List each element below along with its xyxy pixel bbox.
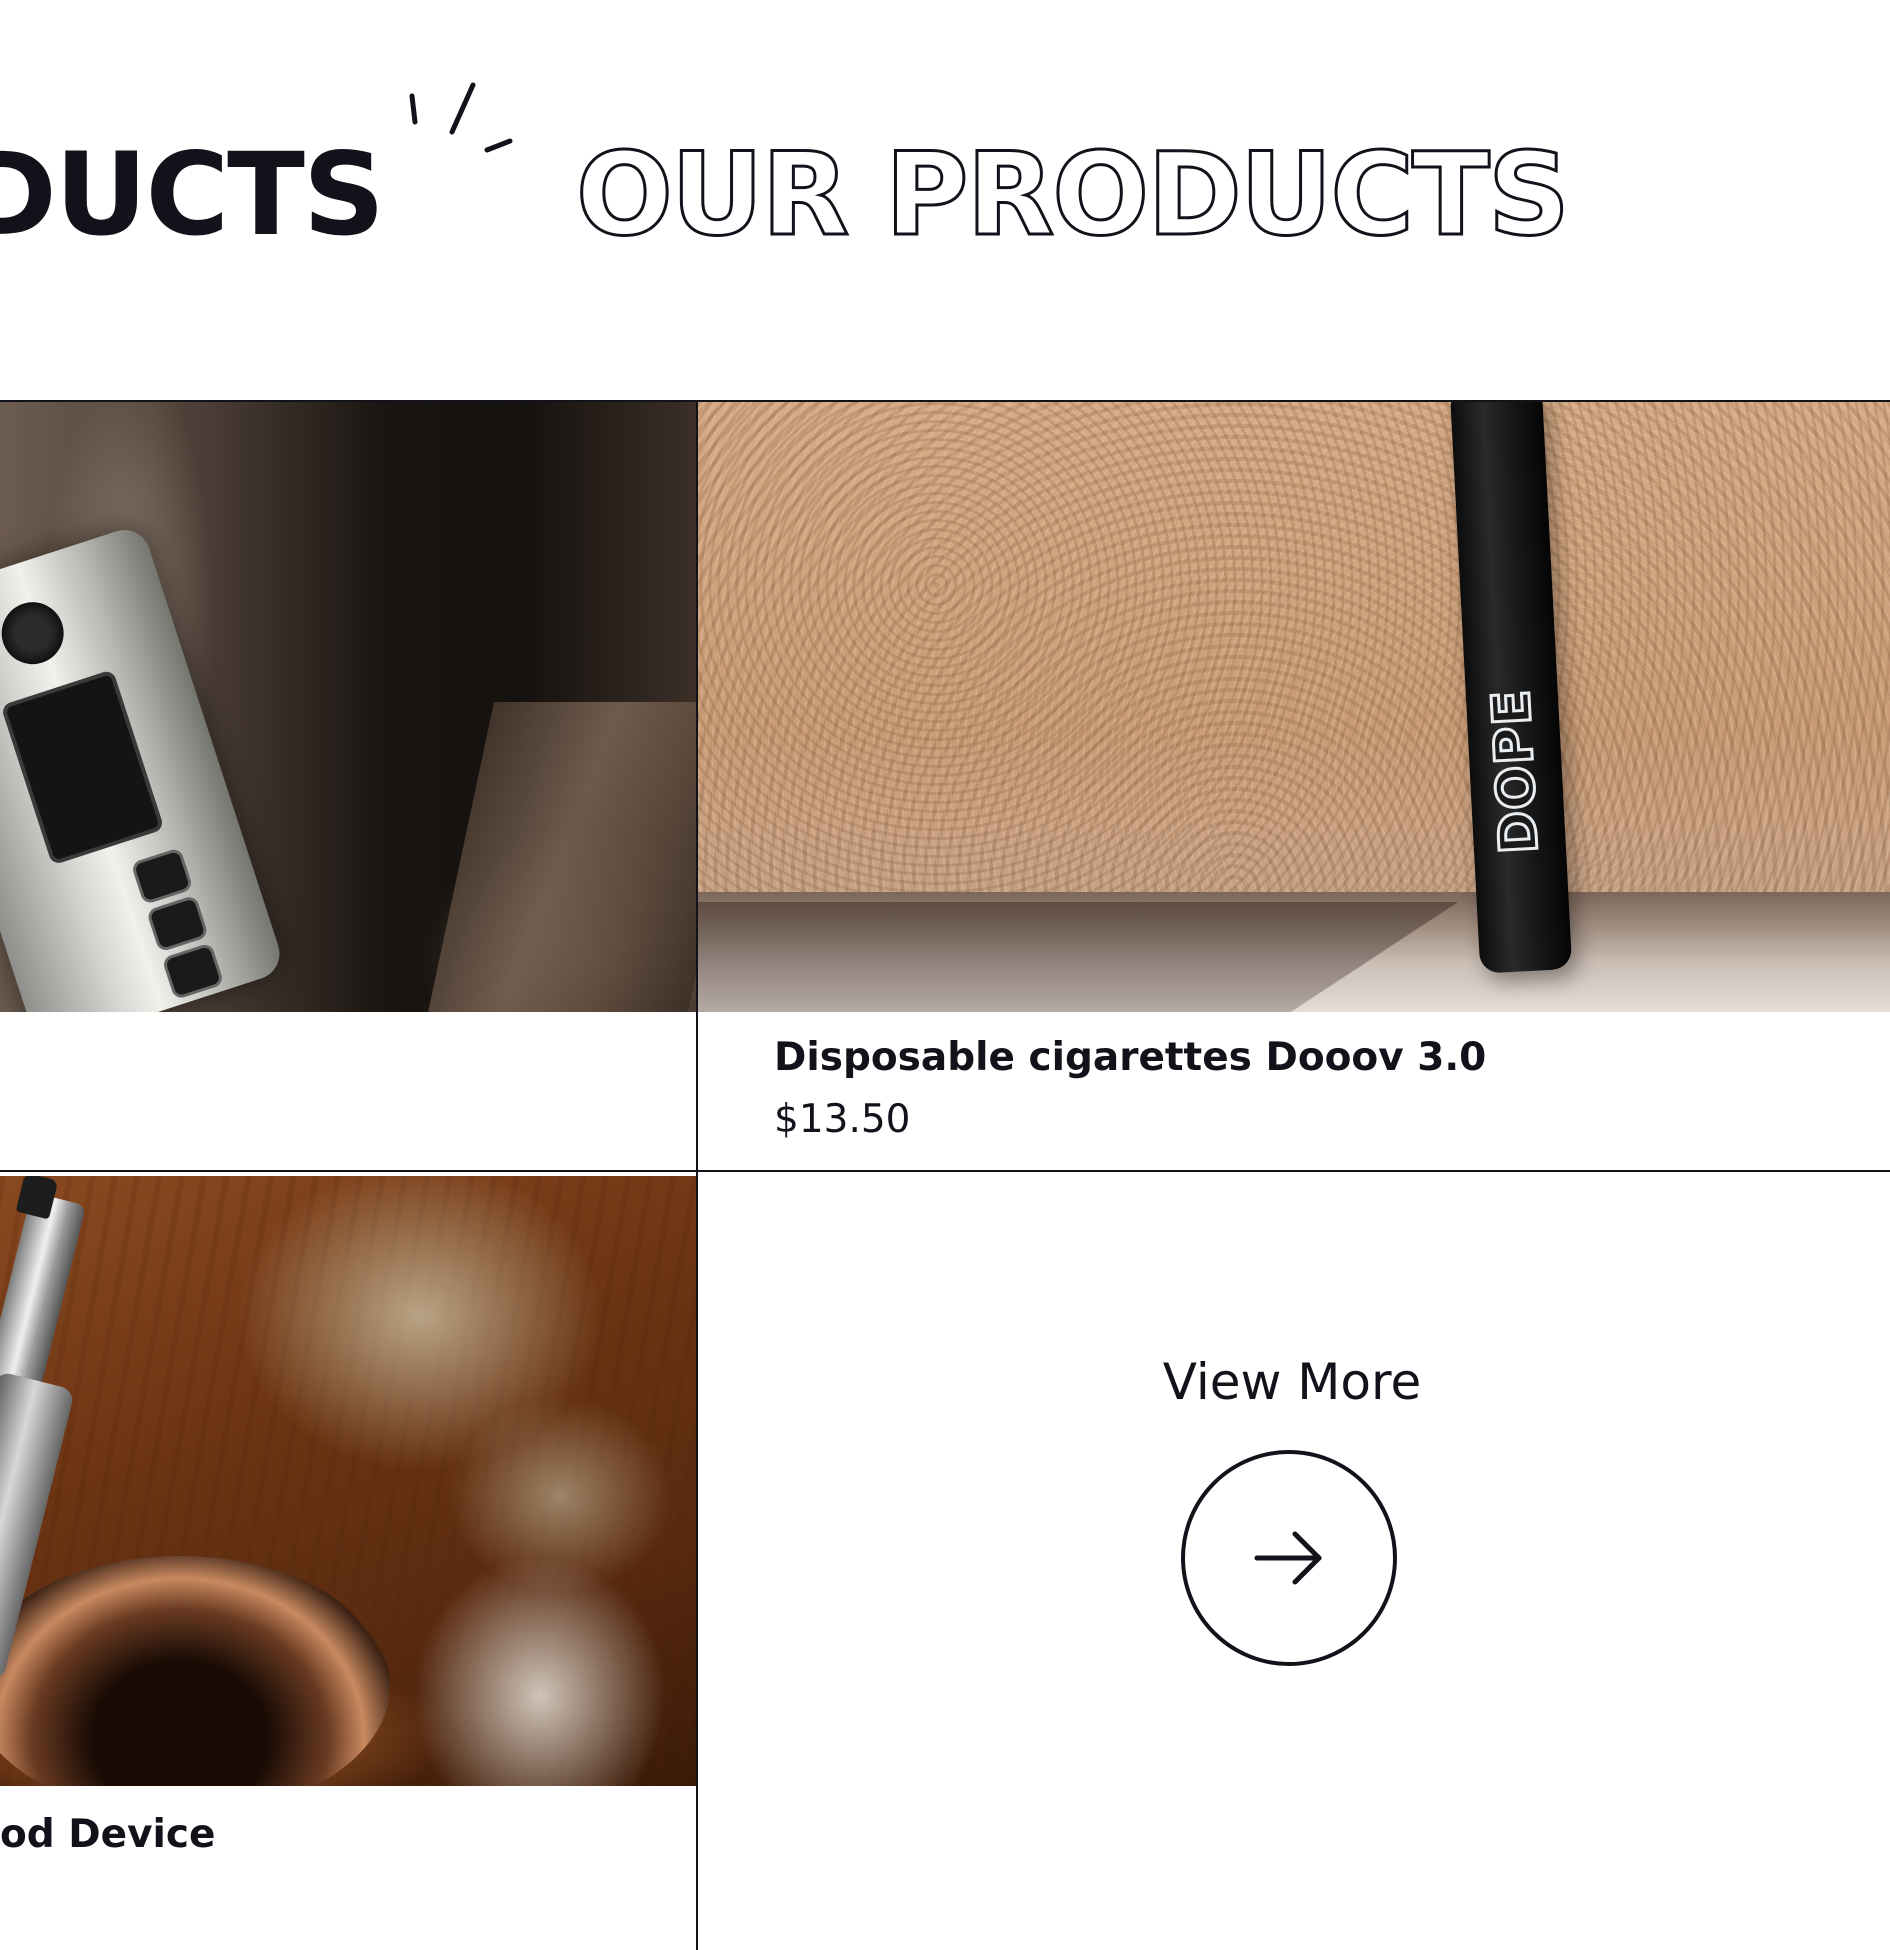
product-title[interactable]: od Device [0, 1812, 215, 1859]
section-heading-marquee: ODUCTS OUR PRODUCTS [0, 60, 1890, 260]
grid-divider-middle [0, 1170, 1890, 1172]
product-price: $13.50 [774, 1097, 911, 1142]
arrow-right-icon [1254, 1531, 1322, 1585]
product-title[interactable]: Disposable cigarettes Dooov 3.0 [774, 1035, 1486, 1082]
product-image-dooov[interactable]: DOPE [698, 402, 1890, 1012]
pen-brand-print: DOPE [1480, 686, 1552, 857]
photo-mod-device [0, 523, 287, 1012]
view-more-button[interactable] [1181, 1450, 1397, 1666]
sparkle-icon [409, 82, 513, 153]
photo-vape-tank [0, 1192, 87, 1390]
view-more-link[interactable]: View More [1040, 1340, 1544, 1700]
photo-bowl [0, 1556, 390, 1786]
section-heading-solid: ODUCTS [0, 128, 385, 260]
product-image-mod[interactable] [0, 402, 696, 1012]
photo-wood-edge [425, 702, 696, 1012]
view-more-label: View More [1162, 1353, 1422, 1411]
product-image-pod-device[interactable] [0, 1176, 696, 1786]
section-heading-outline: OUR PRODUCTS [575, 128, 1572, 260]
photo-disposable-pen: DOPE [1450, 402, 1573, 974]
